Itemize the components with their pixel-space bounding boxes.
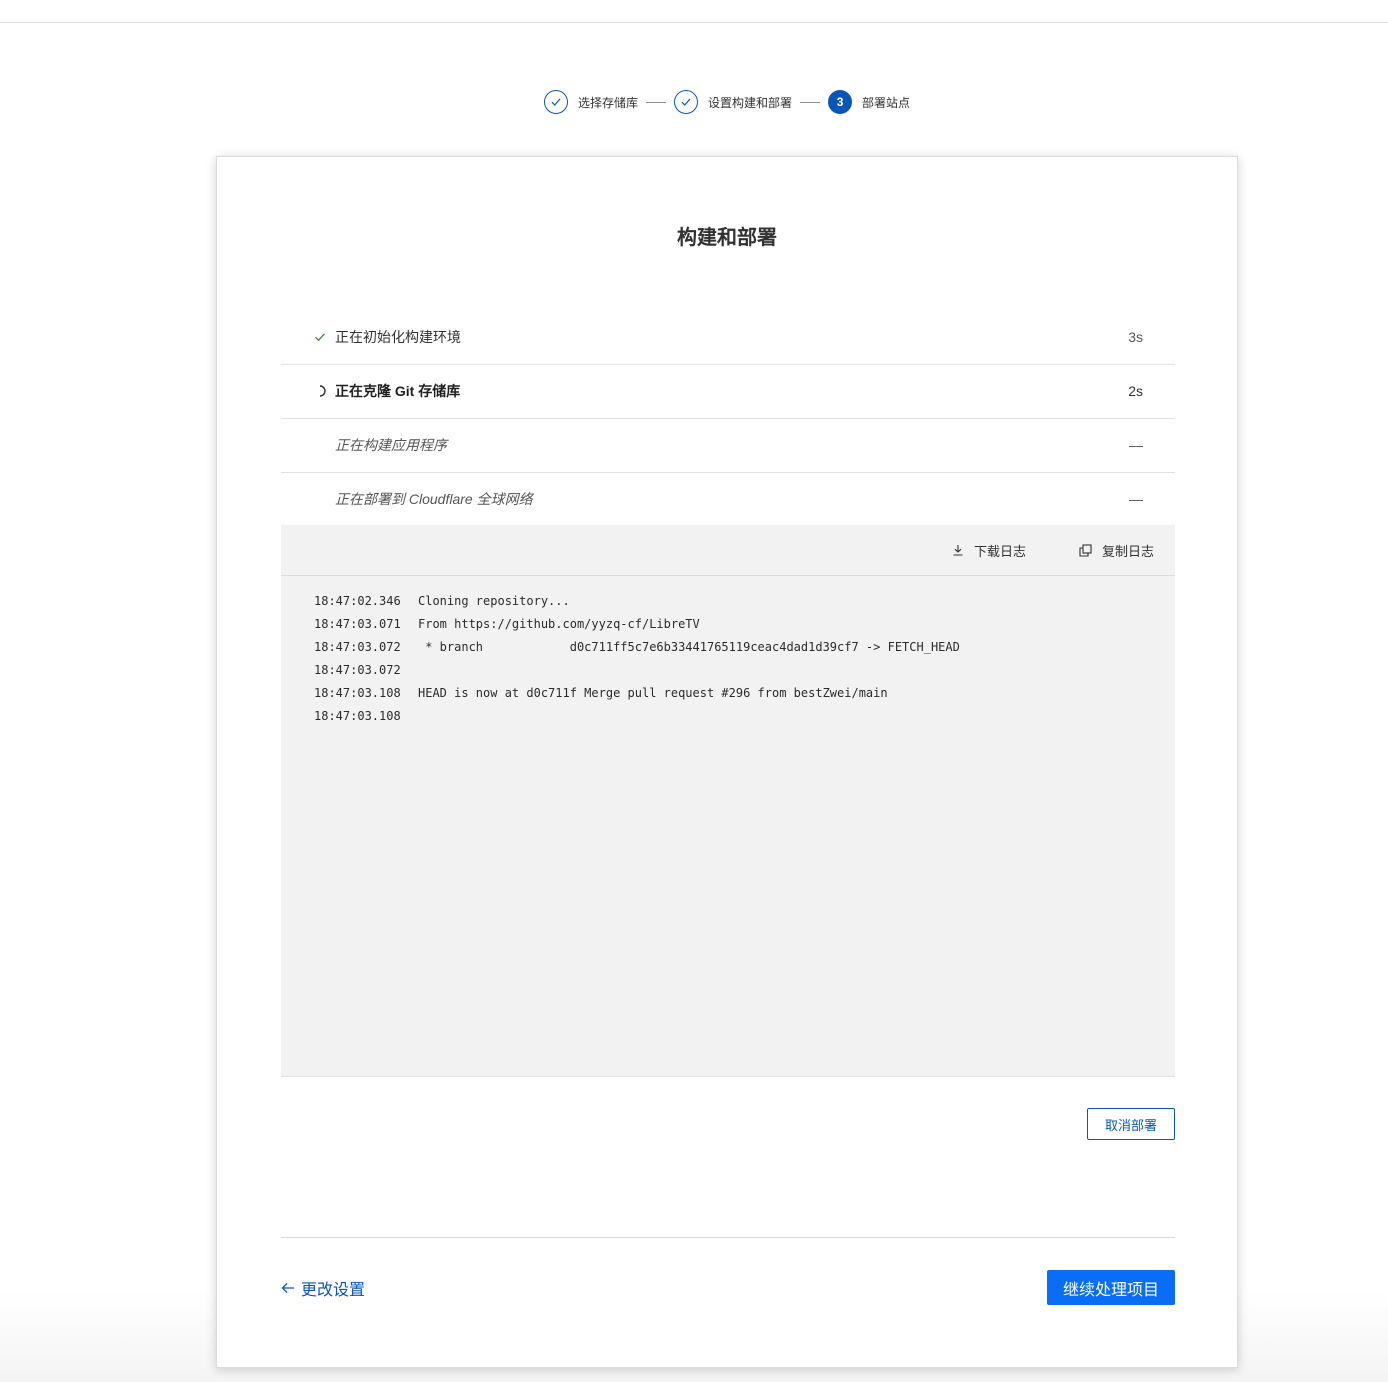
deploy-card: 构建和部署 正在初始化构建环境 3s 正在克隆 Git 存储库 2s 正在构建应… xyxy=(216,156,1238,1368)
step-deploy-site: 3 部署站点 xyxy=(828,90,910,114)
step-3-circle: 3 xyxy=(828,90,853,114)
log-text: * branch d0c711ff5c7e6b33441765119ceac4d… xyxy=(418,640,960,654)
check-icon xyxy=(681,98,691,106)
step-1-label: 选择存储库 xyxy=(578,95,639,110)
change-settings-label: 更改设置 xyxy=(301,1282,366,1299)
top-bar xyxy=(0,0,1388,23)
log-toolbar: 下载日志 复制日志 xyxy=(281,525,1175,576)
stage-name: 正在克隆 Git 存储库 xyxy=(335,383,461,399)
copy-log-label: 复制日志 xyxy=(1102,543,1155,559)
log-timestamp: 18:47:02.346 xyxy=(314,594,401,608)
log-timestamp: 18:47:03.072 xyxy=(314,663,401,677)
arrow-left-icon xyxy=(281,1282,295,1294)
stage-item: 正在克隆 Git 存储库 2s xyxy=(281,365,1175,419)
check-icon xyxy=(551,98,561,106)
log-timestamp: 18:47:03.071 xyxy=(314,617,401,631)
spinner-icon xyxy=(313,383,327,399)
build-stages-list: 正在初始化构建环境 3s 正在克隆 Git 存储库 2s 正在构建应用程序 — … xyxy=(281,311,1175,527)
copy-icon xyxy=(1079,543,1092,557)
log-line: 18:47:02.346 Cloning repository... xyxy=(281,590,1175,613)
progress-stepper: 选择存储库 设置构建和部署 3 部署站点 xyxy=(544,88,910,116)
step-2-label: 设置构建和部署 xyxy=(708,95,793,110)
log-line: 18:47:03.108 HEAD is now at d0c711f Merge… xyxy=(281,682,1175,705)
step-select-repository[interactable]: 选择存储库 xyxy=(544,90,638,114)
download-log-label: 下载日志 xyxy=(974,543,1027,559)
stage-name: 正在初始化构建环境 xyxy=(335,329,461,345)
log-timestamp: 18:47:03.108 xyxy=(314,709,401,723)
check-icon xyxy=(313,329,327,345)
stage-name: 正在构建应用程序 xyxy=(335,437,447,453)
log-text: Cloning repository... xyxy=(418,594,570,608)
stage-item: 正在构建应用程序 — xyxy=(281,419,1175,473)
stage-duration: — xyxy=(1129,437,1143,453)
log-output: 18:47:02.346 Cloning repository... 18:47:… xyxy=(281,576,1175,728)
log-text: From https://github.com/yyzq-cf/LibreTV xyxy=(418,617,700,631)
log-line: 18:47:03.108 xyxy=(281,705,1175,728)
download-icon xyxy=(952,544,964,556)
step-3-label: 部署站点 xyxy=(862,95,911,110)
stage-item: 正在部署到 Cloudflare 全球网络 — xyxy=(281,473,1175,527)
continue-to-project-button[interactable]: 继续处理项目 xyxy=(1047,1270,1175,1305)
log-timestamp: 18:47:03.072 xyxy=(314,640,401,654)
build-log-panel[interactable]: 下载日志 复制日志 18:47:02.346 Cloning repository… xyxy=(281,525,1175,1077)
log-timestamp: 18:47:03.108 xyxy=(314,686,401,700)
step-connector xyxy=(646,101,667,103)
step-1-circle xyxy=(544,90,568,114)
step-build-settings[interactable]: 设置构建和部署 xyxy=(674,90,792,114)
step-2-circle xyxy=(674,90,699,114)
download-log-button[interactable]: 下载日志 xyxy=(952,525,1026,575)
log-text: HEAD is now at d0c711f Merge pull reques… xyxy=(418,686,888,700)
change-settings-link[interactable]: 更改设置 xyxy=(281,1273,365,1303)
footer-divider xyxy=(281,1237,1175,1238)
stage-name: 正在部署到 Cloudflare 全球网络 xyxy=(335,491,533,507)
log-line: 18:47:03.071 From https://github.com/yyzq… xyxy=(281,613,1175,636)
log-line: 18:47:03.072 * branch d0c711ff5c7e6b3344… xyxy=(281,636,1175,659)
log-line: 18:47:03.072 xyxy=(281,659,1175,682)
cancel-deployment-button[interactable]: 取消部署 xyxy=(1087,1108,1175,1140)
copy-log-button[interactable]: 复制日志 xyxy=(1079,525,1154,575)
stage-duration: 2s xyxy=(1128,383,1143,399)
step-connector xyxy=(800,101,821,103)
stage-duration: 3s xyxy=(1128,329,1143,345)
page-title: 构建和部署 xyxy=(677,227,777,249)
stage-item: 正在初始化构建环境 3s xyxy=(281,311,1175,365)
stage-duration: — xyxy=(1129,491,1143,507)
